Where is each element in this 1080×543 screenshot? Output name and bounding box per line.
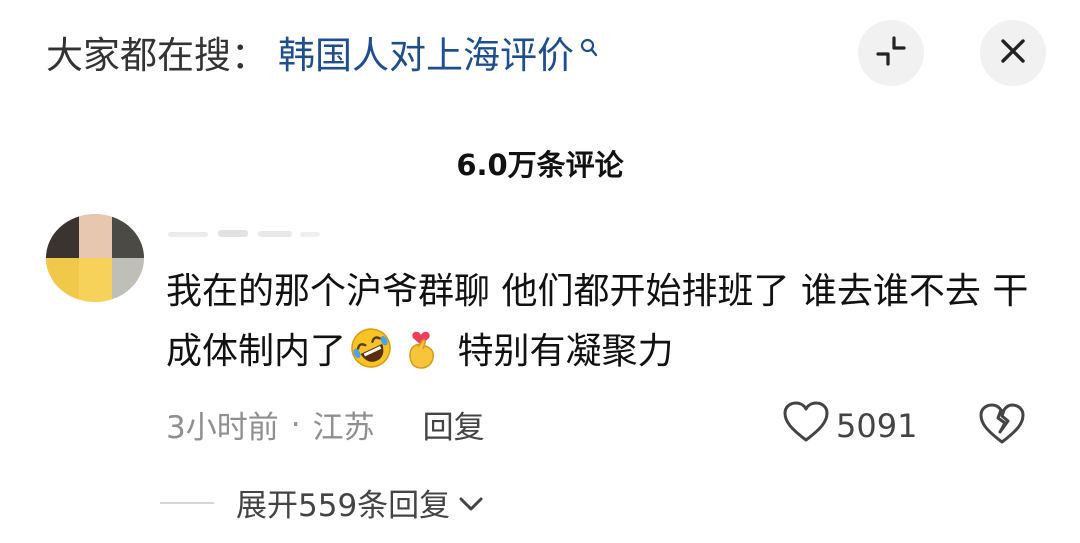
comment-text: 我在的那个沪爷群聊 他们都开始排班了 谁去谁不去 干成体制内了 特别有凝聚力 [166,262,1036,382]
search-prefix-label: 大家都在搜： [46,34,268,77]
heart-icon [782,400,830,452]
collapse-icon [873,33,909,73]
like-button[interactable]: 5091 [782,400,917,452]
search-suggestion[interactable]: 大家都在搜： 韩国人对上海评价 [46,22,598,82]
comment-location: 江苏 [312,410,375,446]
search-icon [580,24,598,67]
close-icon [998,36,1028,70]
search-query-link[interactable]: 韩国人对上海评价 [278,25,574,79]
reply-button[interactable]: 回复 [423,402,485,447]
expand-replies-button[interactable]: 展开559条回复 [160,480,484,525]
comment-meta: 3小时前 · 江苏 回复 [166,402,485,447]
divider-line [160,501,214,504]
dislike-button[interactable] [978,402,1026,450]
comment-time: 3小时前 [166,410,279,446]
collapse-button[interactable] [858,20,924,86]
broken-heart-icon [978,403,1026,450]
like-count: 5091 [836,407,918,445]
meta-separator: · [290,406,301,443]
close-button[interactable] [980,20,1046,86]
comment-text-tail: 特别有凝聚力 [446,331,674,372]
finger-heart-emoji [398,325,444,371]
chevron-down-icon [458,485,484,521]
rofl-emoji [348,325,394,371]
comment-count-title: 6.0万条评论 [456,148,624,182]
username-blurred [168,224,328,244]
avatar[interactable] [46,214,144,302]
expand-replies-label: 展开559条回复 [236,488,451,524]
